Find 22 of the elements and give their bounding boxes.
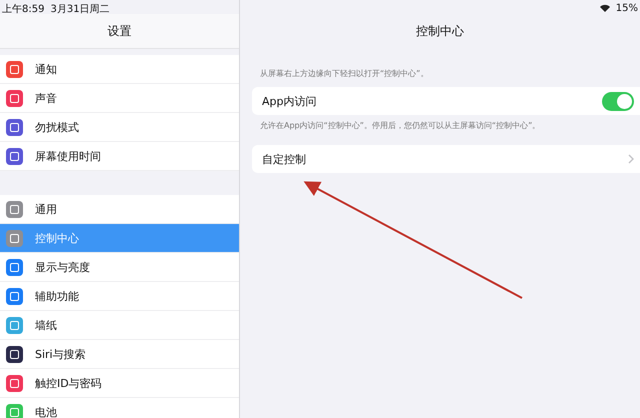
page-title: 控制中心	[416, 22, 464, 40]
toggle-switch[interactable]	[602, 92, 634, 110]
sidebar-item[interactable]: 电池	[0, 398, 239, 418]
toggle-label: App内访问	[262, 94, 316, 108]
footer-text: 允许在App内访问“控制中心”。停用后，您仍然可以从主屏幕访问“控制中心”。	[259, 120, 542, 132]
sidebar-item[interactable]: 墙纸	[0, 311, 239, 340]
sidebar-item[interactable]: 声音	[0, 84, 239, 113]
sidebar-title: 设置	[108, 22, 132, 40]
sidebar-item[interactable]: 显示与亮度	[0, 253, 239, 282]
wifi-icon	[600, 4, 610, 12]
sidebar-item[interactable]: 通知	[0, 55, 239, 84]
status-date: 3月31日周二	[50, 3, 110, 14]
customize-controls-link[interactable]: 自定控制	[252, 145, 640, 173]
sidebar-item[interactable]: 触控ID与密码	[0, 369, 239, 398]
sidebar-item[interactable]: 勿扰模式	[0, 113, 239, 142]
status-time: 上午8:59	[2, 2, 44, 14]
sidebar-item[interactable]: 屏幕使用时间	[0, 142, 239, 171]
battery-percent: 15%	[616, 2, 638, 14]
description-text: 从屏幕右上方边缘向下轻扫以打开“控制中心”。	[259, 68, 430, 80]
sidebar-item[interactable]: 辅助功能	[0, 282, 239, 311]
sidebar-item[interactable]: Siri与搜索	[0, 340, 239, 369]
chevron-icon	[628, 154, 634, 164]
